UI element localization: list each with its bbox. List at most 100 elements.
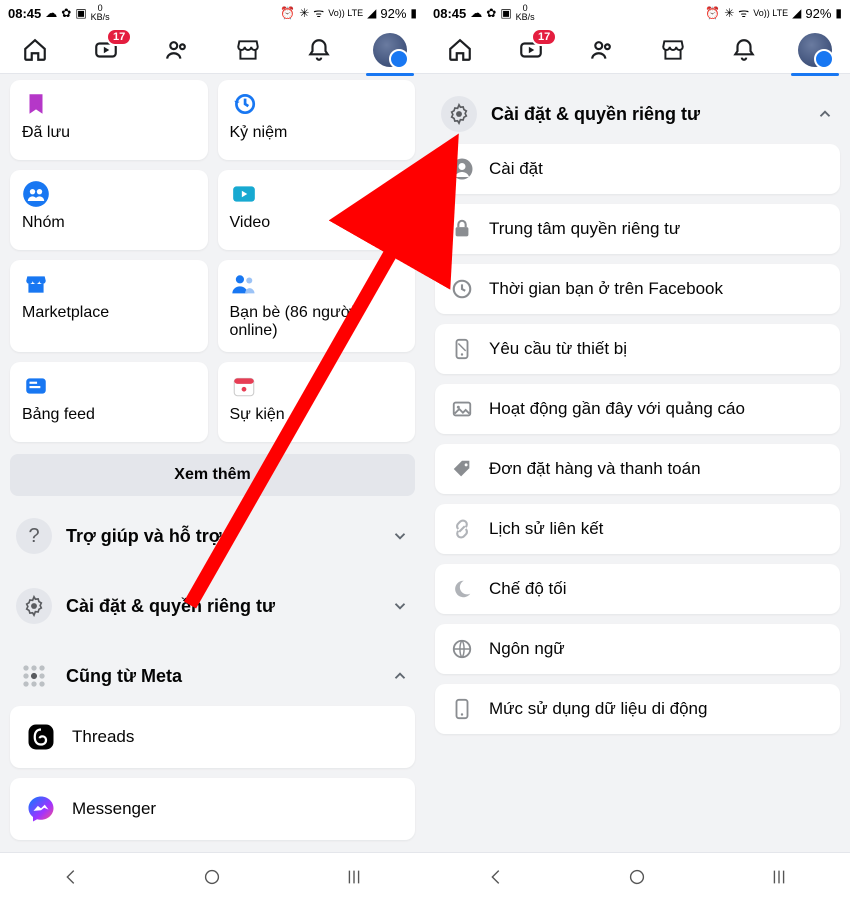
tile-marketplace[interactable]: Marketplace [10,260,208,352]
tile-friends[interactable]: Bạn bè (86 người online) [218,260,416,352]
nav-back[interactable] [36,866,106,888]
person-gear-icon [449,156,475,182]
home-icon [447,37,473,63]
bookmark-icon [22,90,50,118]
tab-menu[interactable] [370,30,410,70]
phone-right: 08:45 ☁ ✿ ▣ 0KB/s ⏰ ✳ ᯤ Vo)) LTE ◢ 92% ▮… [425,0,850,900]
settings-item-settings[interactable]: Cài đặt [435,144,840,194]
tab-notifications[interactable] [299,30,339,70]
messenger-status-icon: ☁ [45,7,57,19]
profile-avatar-icon [373,33,407,67]
messenger-icon [24,792,58,826]
clock-icon [449,276,475,302]
tile-feeds[interactable]: Bảng feed [10,362,208,442]
gear-icon [441,96,477,132]
help-icon: ? [16,518,52,554]
section-meta[interactable]: Cũng từ Meta [10,646,415,706]
marketplace-icon [22,270,50,298]
home-nav-icon [626,866,648,888]
settings-item-orders[interactable]: Đơn đặt hàng và thanh toán [435,444,840,494]
settings-item-time[interactable]: Thời gian bạn ở trên Facebook [435,264,840,314]
alarm-icon: ⏰ [705,7,720,19]
section-label: Trợ giúp và hỗ trợ [66,526,377,547]
top-tab-bar: 17 [425,26,850,74]
tab-friends[interactable] [582,30,622,70]
settings-item-dark-mode[interactable]: Chế độ tối [435,564,840,614]
settings-item-privacy-center[interactable]: Trung tâm quyền riêng tư [435,204,840,254]
groups-icon [22,180,50,208]
phone-data-icon [449,696,475,722]
android-nav-bar [0,852,425,900]
settings-content[interactable]: Cài đặt & quyền riêng tư Cài đặt Trung t… [425,74,850,852]
meta-item-threads[interactable]: Threads [10,706,415,768]
section-settings-privacy[interactable]: Cài đặt & quyền riêng tư [10,576,415,636]
top-tab-bar: 17 [0,26,425,74]
chevron-up-icon [391,667,409,685]
list-item-label: Thời gian bạn ở trên Facebook [489,279,723,299]
list-item-label: Yêu cầu từ thiết bị [489,339,627,359]
list-item-label: Mức sử dụng dữ liệu di động [489,699,707,719]
tile-memories[interactable]: Kỷ niệm [218,80,416,160]
tile-label: Video [230,214,404,232]
battery-icon: ▮ [835,7,842,19]
tag-icon [449,456,475,482]
status-time: 08:45 [433,6,466,21]
tab-notifications[interactable] [724,30,764,70]
meta-apps-icon [16,658,52,694]
tab-home[interactable] [440,30,480,70]
nav-recent[interactable] [319,866,389,888]
tab-watch[interactable]: 17 [511,30,551,70]
battery-label: 92% [805,6,831,21]
lock-icon [449,216,475,242]
signal-icon: ◢ [792,7,801,19]
tab-watch[interactable]: 17 [86,30,126,70]
phone-left: 08:45 ☁ ✿ ▣ 0KB/s ⏰ ✳ ᯤ Vo)) LTE ◢ 92% ▮… [0,0,425,900]
tab-friends[interactable] [157,30,197,70]
profile-avatar-icon [798,33,832,67]
list-item-label: Lịch sử liên kết [489,519,603,539]
tile-events[interactable]: Sự kiện [218,362,416,442]
calendar-icon [230,372,258,400]
chevron-down-icon [391,597,409,615]
link-icon [449,516,475,542]
see-more-button[interactable]: Xem thêm [10,454,415,496]
tile-label: Marketplace [22,304,196,322]
tile-groups[interactable]: Nhóm [10,170,208,250]
moon-icon [449,576,475,602]
tile-label: Bạn bè (86 người online) [230,304,404,340]
menu-content[interactable]: Đã lưu Kỷ niệm Nhóm Video [0,74,425,852]
nav-recent[interactable] [744,866,814,888]
home-icon [22,37,48,63]
tab-marketplace[interactable] [653,30,693,70]
tab-home[interactable] [15,30,55,70]
clock-rewind-icon [230,90,258,118]
tab-marketplace[interactable] [228,30,268,70]
back-icon [60,866,82,888]
nav-back[interactable] [461,866,531,888]
tile-label: Nhóm [22,214,196,232]
tab-menu[interactable] [795,30,835,70]
meta-item-messenger[interactable]: Messenger [10,778,415,840]
messenger-status-icon: ☁ [470,7,482,19]
nav-home[interactable] [177,866,247,888]
status-icon: ✿ [61,7,71,19]
list-item-label: Hoạt động gần đây với quảng cáo [489,399,745,419]
threads-icon [24,720,58,754]
settings-item-language[interactable]: Ngôn ngữ [435,624,840,674]
tile-label: Kỷ niệm [230,124,404,142]
tile-video[interactable]: Video [218,170,416,250]
image-icon [449,396,475,422]
settings-item-ad-activity[interactable]: Hoạt động gần đây với quảng cáo [435,384,840,434]
shortcut-grid: Đã lưu Kỷ niệm Nhóm Video [10,80,415,442]
settings-item-device-requests[interactable]: Yêu cầu từ thiết bị [435,324,840,374]
list-item-label: Cài đặt [489,159,543,179]
list-item-label: Trung tâm quyền riêng tư [489,219,680,239]
nav-home[interactable] [602,866,672,888]
settings-item-mobile-data[interactable]: Mức sử dụng dữ liệu di động [435,684,840,734]
section-help[interactable]: ? Trợ giúp và hỗ trợ [10,506,415,566]
battery-icon: ▮ [410,7,417,19]
tile-saved[interactable]: Đã lưu [10,80,208,160]
section-settings-privacy-header[interactable]: Cài đặt & quyền riêng tư [435,80,840,144]
settings-item-link-history[interactable]: Lịch sử liên kết [435,504,840,554]
lte-label: Vo)) LTE [753,9,788,18]
